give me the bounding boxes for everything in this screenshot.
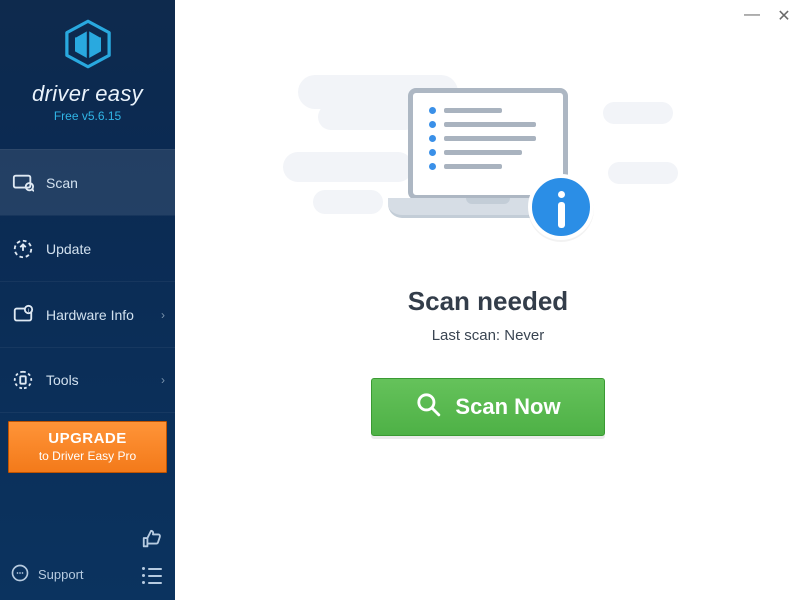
app-version: Free v5.6.15: [54, 109, 121, 123]
close-button[interactable]: ✕: [775, 6, 793, 26]
update-icon: [12, 238, 34, 260]
sidebar-footer-icons: [141, 528, 163, 586]
search-icon: [415, 391, 441, 423]
scan-heading: Scan needed: [408, 286, 568, 317]
app-window: driver easy Free v5.6.15 Scan: [0, 0, 801, 600]
sidebar-nav: Scan Update i: [0, 149, 175, 413]
sidebar-item-label: Hardware Info: [46, 307, 134, 323]
scan-panel: Scan needed Last scan: Never Scan Now: [175, 70, 801, 436]
scan-icon: [12, 172, 34, 194]
sidebar-item-label: Scan: [46, 175, 78, 191]
support-label: Support: [38, 567, 84, 582]
upgrade-title: UPGRADE: [13, 430, 162, 447]
thumbs-up-icon[interactable]: [141, 528, 163, 555]
support-button[interactable]: Support: [10, 563, 84, 586]
scan-now-button[interactable]: Scan Now: [371, 378, 605, 436]
support-icon: [10, 563, 30, 586]
chevron-right-icon: ›: [161, 308, 165, 322]
window-controls: ― ✕: [743, 6, 793, 26]
minimize-button[interactable]: ―: [743, 6, 761, 26]
laptop-icon: [388, 88, 588, 238]
tools-icon: [12, 369, 34, 391]
upgrade-button[interactable]: UPGRADE to Driver Easy Pro: [8, 421, 167, 473]
logo-icon: [62, 18, 114, 75]
sidebar-item-label: Update: [46, 241, 91, 257]
sidebar-item-label: Tools: [46, 372, 79, 388]
chevron-right-icon: ›: [161, 373, 165, 387]
upgrade-subtitle: to Driver Easy Pro: [13, 449, 162, 463]
svg-text:i: i: [28, 307, 29, 313]
sidebar-item-tools[interactable]: Tools ›: [0, 347, 175, 413]
sidebar-item-update[interactable]: Update: [0, 215, 175, 281]
main-panel: ― ✕: [175, 0, 801, 600]
last-scan-text: Last scan: Never: [432, 327, 545, 344]
sidebar-item-hardware-info[interactable]: i Hardware Info ›: [0, 281, 175, 347]
options-icon[interactable]: [142, 565, 162, 586]
sidebar: driver easy Free v5.6.15 Scan: [0, 0, 175, 600]
sidebar-item-scan[interactable]: Scan: [0, 149, 175, 215]
scan-now-label: Scan Now: [455, 394, 560, 420]
scan-illustration: [328, 70, 648, 270]
sidebar-footer: Support: [0, 518, 175, 600]
app-name: driver easy: [32, 81, 143, 107]
brand-block: driver easy Free v5.6.15: [0, 0, 175, 135]
hardware-info-icon: i: [12, 304, 34, 326]
info-badge-icon: [528, 174, 594, 240]
